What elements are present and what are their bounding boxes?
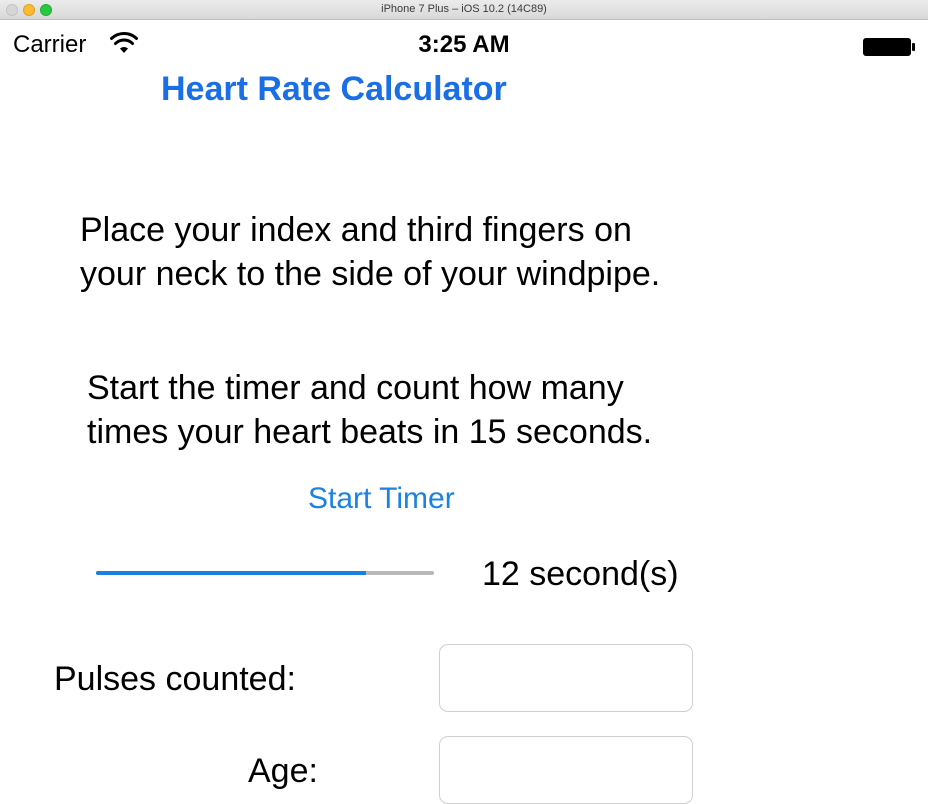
instruction-placement: Place your index and third fingers on yo…: [80, 211, 661, 293]
timer-progress-fill: [96, 571, 367, 575]
status-clock: 3:25 AM: [418, 31, 510, 58]
pulses-counted-label: Pulses counted:: [54, 660, 296, 698]
age-input[interactable]: [439, 736, 693, 804]
pulses-counted-input[interactable]: [439, 644, 693, 712]
app-title: Heart Rate Calculator: [161, 70, 507, 108]
start-timer-button[interactable]: Start Timer: [308, 482, 455, 516]
instruction-count: Start the timer and count how many times…: [87, 369, 653, 451]
timer-progress-bar: [96, 571, 434, 575]
age-label: Age:: [248, 752, 318, 790]
status-bar: Carrier 3:25 AM: [0, 20, 928, 72]
battery-icon: [863, 38, 915, 56]
elapsed-seconds-label: 12 second(s): [482, 555, 679, 593]
window-titlebar: iPhone 7 Plus – iOS 10.2 (14C89): [0, 0, 928, 20]
window-title: iPhone 7 Plus – iOS 10.2 (14C89): [381, 3, 547, 15]
